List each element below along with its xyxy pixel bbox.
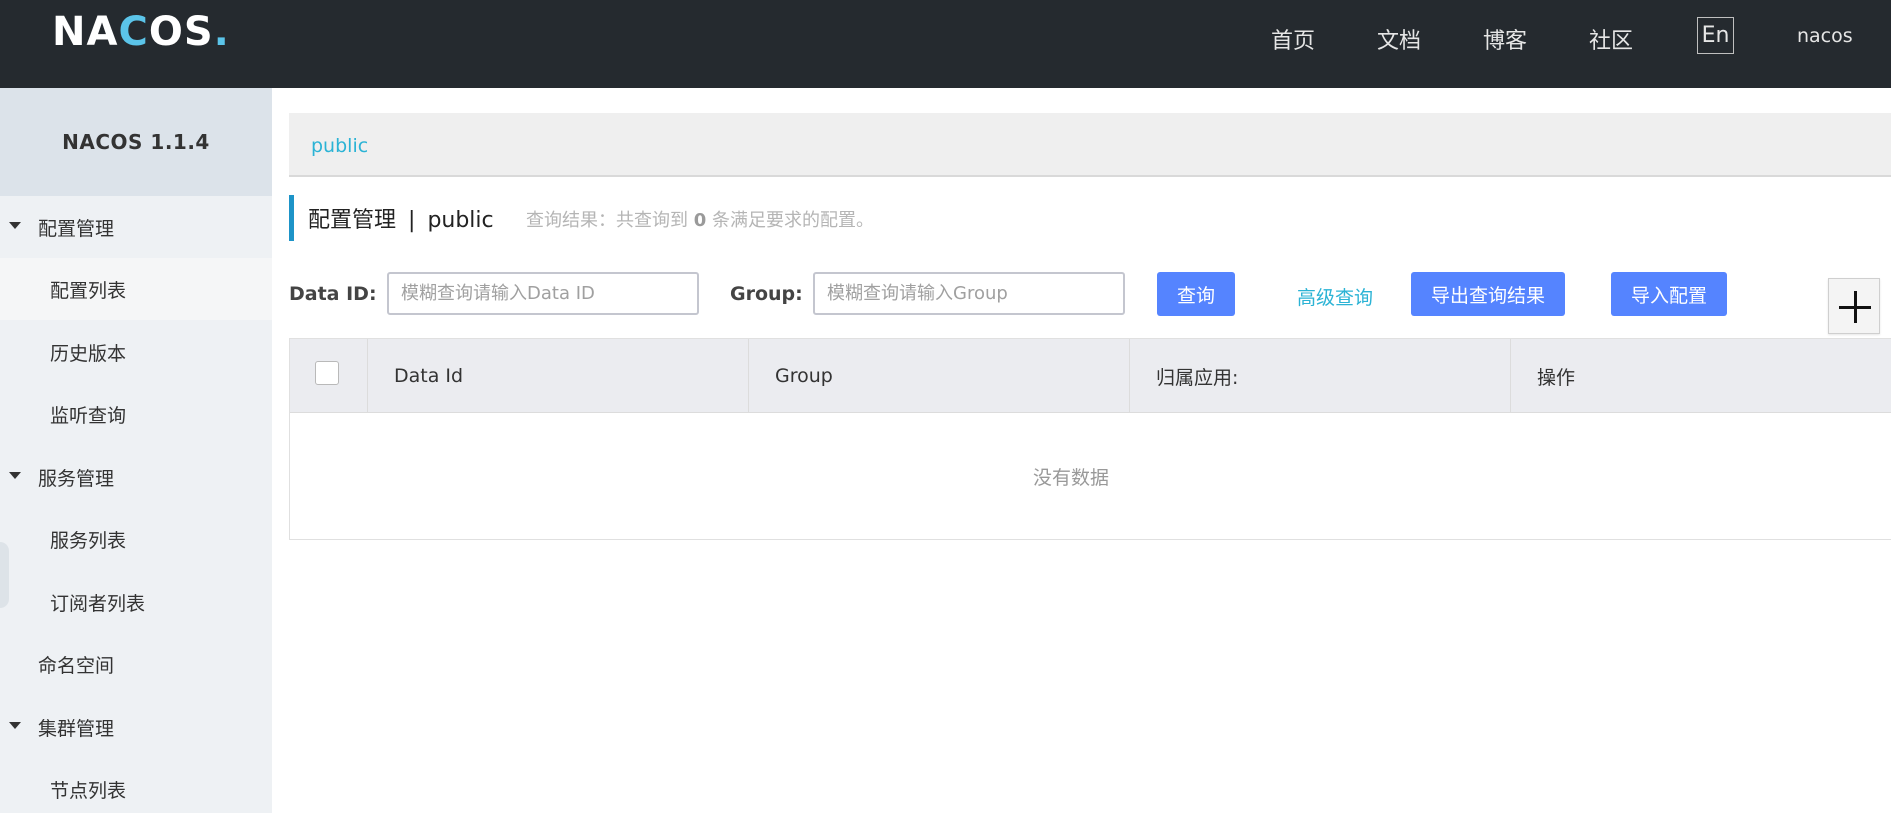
- sidebar-item-label: 集群管理: [38, 717, 115, 740]
- result-prefix: 查询结果：共查询到: [526, 210, 688, 231]
- version-label: NACOS 1.1.4: [0, 88, 272, 196]
- sidebar-item-label: 服务管理: [38, 467, 115, 490]
- select-all-cell: [290, 339, 368, 413]
- group-input[interactable]: [813, 272, 1125, 315]
- nav-home[interactable]: 首页: [1271, 23, 1315, 55]
- sidebar-item-label: 配置列表: [50, 279, 127, 302]
- namespace-bar: public: [289, 113, 1891, 177]
- result-suffix: 条满足要求的配置。: [712, 210, 874, 231]
- sidebar-group-config[interactable]: 配置管理: [0, 196, 272, 258]
- result-count: 0: [693, 210, 707, 231]
- empty-table-message: 没有数据: [1032, 466, 1109, 489]
- add-config-button[interactable]: [1828, 278, 1880, 334]
- data-id-input[interactable]: [387, 272, 699, 315]
- table-header: Data Id Group 归属应用: 操作: [290, 339, 1891, 413]
- query-result-summary: 查询结果：共查询到 0 条满足要求的配置。: [526, 206, 874, 232]
- sidebar-item-history[interactable]: 历史版本: [0, 321, 272, 383]
- sidebar-item-label: 节点列表: [50, 779, 127, 802]
- export-results-button[interactable]: 导出查询结果: [1411, 272, 1565, 316]
- sidebar-item-node-list[interactable]: 节点列表: [0, 758, 272, 813]
- title-separator: |: [408, 208, 416, 233]
- column-header-group[interactable]: Group: [749, 339, 1130, 413]
- sidebar-item-label: 监听查询: [50, 404, 127, 427]
- nacos-logo[interactable]: NACOS.: [52, 12, 230, 52]
- nav-community[interactable]: 社区: [1589, 23, 1633, 55]
- query-button[interactable]: 查询: [1157, 272, 1235, 316]
- top-header: NACOS. 首页 文档 博客 社区 nacos En: [0, 0, 1891, 88]
- page-title: 配置管理 | public: [308, 202, 494, 234]
- column-header-data-id[interactable]: Data Id: [368, 339, 749, 413]
- sidebar-item-label: 配置管理: [38, 217, 115, 240]
- group-label: Group:: [730, 283, 803, 305]
- column-header-actions: 操作: [1537, 366, 1576, 389]
- select-all-checkbox[interactable]: [315, 361, 339, 385]
- sidebar-group-service[interactable]: 服务管理: [0, 446, 272, 508]
- page-title-namespace: public: [427, 208, 494, 233]
- sidebar-collapse-handle[interactable]: [0, 542, 9, 608]
- sidebar-item-label: 服务列表: [50, 529, 127, 552]
- sidebar: NACOS 1.1.4 配置管理 配置列表 历史版本 监听查询 服务管理 服务列…: [0, 88, 272, 813]
- nav-blog[interactable]: 博客: [1483, 23, 1527, 55]
- user-name[interactable]: nacos: [1797, 25, 1853, 47]
- sidebar-item-subscriber-list[interactable]: 订阅者列表: [0, 571, 272, 633]
- namespace-public-link[interactable]: public: [311, 135, 368, 157]
- sidebar-item-label: 订阅者列表: [50, 592, 146, 615]
- page-title-text: 配置管理: [308, 208, 397, 233]
- title-accent-bar: [289, 195, 294, 241]
- sidebar-item-label: 命名空间: [38, 654, 115, 677]
- sidebar-item-namespace[interactable]: 命名空间: [0, 633, 272, 695]
- config-table: Data Id Group 归属应用: 操作 没有数据: [289, 338, 1891, 540]
- import-config-button[interactable]: 导入配置: [1611, 272, 1727, 316]
- caret-down-icon: [9, 472, 21, 479]
- data-id-label: Data ID:: [289, 283, 377, 305]
- caret-down-icon: [9, 222, 21, 229]
- column-header-app[interactable]: 归属应用:: [1130, 339, 1511, 413]
- sidebar-item-label: 历史版本: [50, 342, 127, 365]
- sidebar-group-cluster[interactable]: 集群管理: [0, 696, 272, 758]
- advanced-query-link[interactable]: 高级查询: [1297, 283, 1373, 310]
- sidebar-item-listener-query[interactable]: 监听查询: [0, 383, 272, 445]
- language-switch-button[interactable]: En: [1697, 17, 1734, 54]
- sidebar-item-service-list[interactable]: 服务列表: [0, 508, 272, 570]
- nav-docs[interactable]: 文档: [1377, 23, 1421, 55]
- caret-down-icon: [9, 722, 21, 729]
- sidebar-item-config-list[interactable]: 配置列表: [0, 258, 272, 320]
